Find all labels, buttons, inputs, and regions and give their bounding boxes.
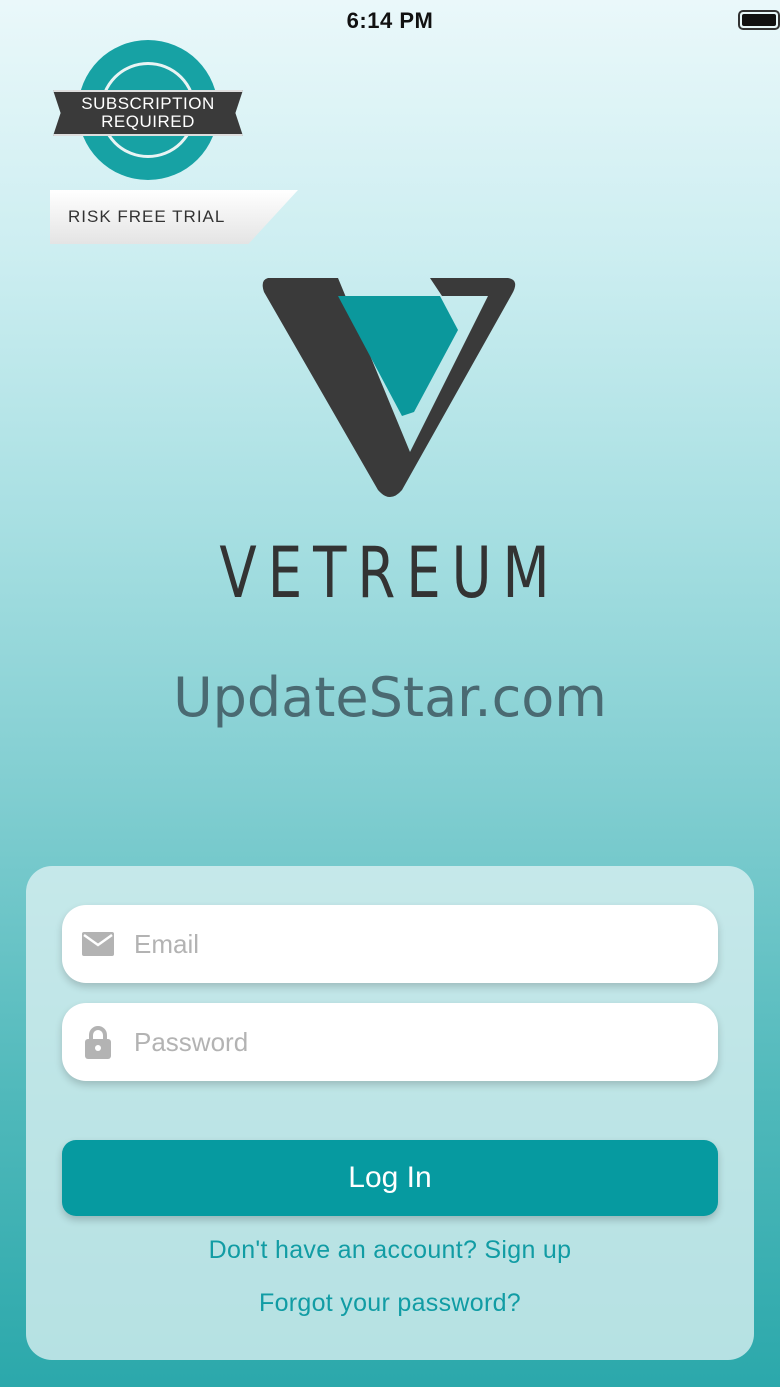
badge-trial-text: RISK FREE TRIAL xyxy=(68,207,226,226)
lock-icon xyxy=(82,1026,114,1059)
password-input[interactable] xyxy=(132,1025,696,1059)
subscription-badge: SUBSCRIPTION REQUIRED RISK FREE TRIAL xyxy=(50,40,300,245)
badge-line-1: SUBSCRIPTION xyxy=(81,94,215,113)
envelope-icon xyxy=(82,928,114,960)
email-input[interactable] xyxy=(132,927,696,961)
watermark-text: UpdateStar.com xyxy=(173,666,607,729)
status-time: 6:14 PM xyxy=(346,8,434,33)
password-field[interactable] xyxy=(62,1003,718,1081)
badge-ribbon: SUBSCRIPTION REQUIRED xyxy=(53,90,243,136)
status-bar: 6:14 PM xyxy=(0,0,780,44)
badge-line-2: REQUIRED xyxy=(101,112,195,131)
login-card: Log In Don't have an account? Sign up Fo… xyxy=(26,866,754,1360)
badge-trial-banner: RISK FREE TRIAL xyxy=(50,190,298,244)
forgot-password-link[interactable]: Forgot your password? xyxy=(26,1289,754,1318)
battery-icon xyxy=(738,10,780,30)
signup-link[interactable]: Don't have an account? Sign up xyxy=(26,1236,754,1265)
email-field[interactable] xyxy=(62,905,718,983)
brand-name: VETREUM xyxy=(219,532,561,614)
login-button[interactable]: Log In xyxy=(62,1140,718,1216)
vetreum-logo-icon xyxy=(262,278,516,497)
